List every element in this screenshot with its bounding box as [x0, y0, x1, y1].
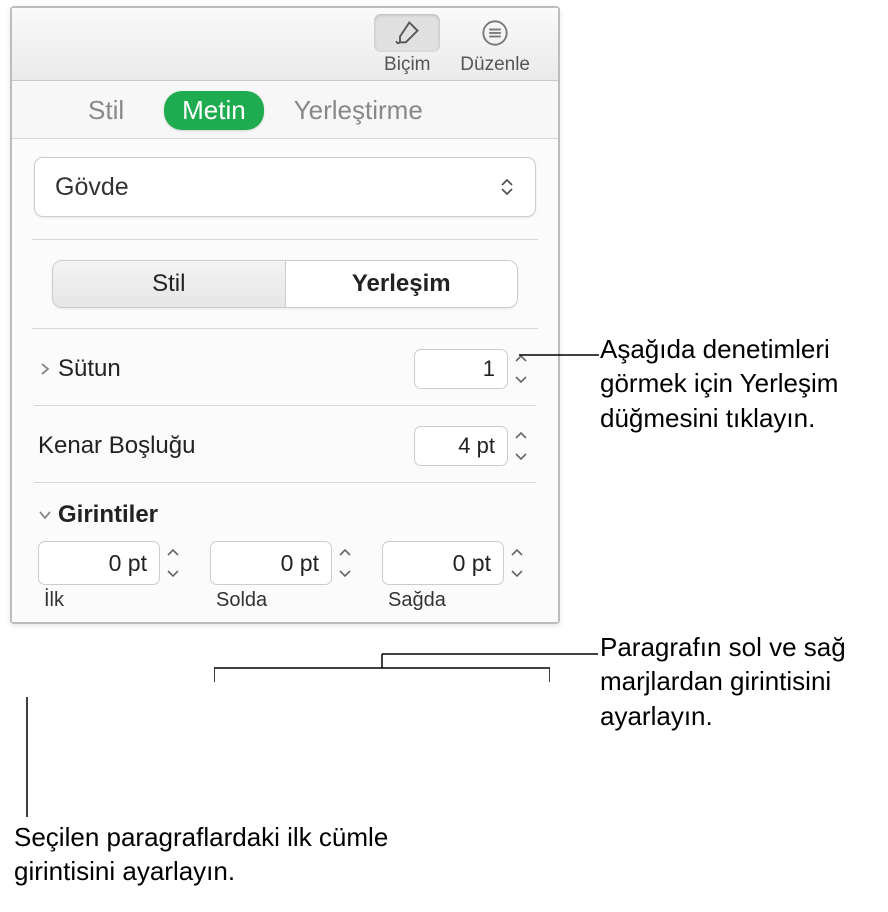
subtab-row: Stil Yerleşim [34, 240, 536, 308]
edit-button[interactable] [462, 14, 528, 52]
indent-right-input[interactable]: 0 pt [382, 541, 504, 585]
columns-step-down[interactable] [510, 369, 532, 389]
indent-right-field: 0 pt Sağda [382, 541, 528, 612]
margin-input[interactable]: 4 pt [414, 426, 508, 466]
indent-left-step-up[interactable] [334, 543, 356, 563]
tab-style[interactable]: Stil [40, 91, 152, 130]
format-button-label: Biçim [384, 54, 430, 76]
columns-input[interactable]: 1 [414, 349, 508, 389]
indent-first-step-up[interactable] [162, 543, 184, 563]
tab-text[interactable]: Metin [164, 91, 264, 130]
callout-lr-indent: Paragrafın sol ve sağ marjlardan girinti… [600, 630, 880, 733]
callout-layout-button: Aşağıda denetimleri görmek için Yerleşim… [600, 332, 880, 435]
paragraph-style-dropdown[interactable]: Gövde [34, 157, 536, 217]
paragraph-style-value: Gövde [55, 173, 129, 202]
indent-first-label: İlk [38, 589, 184, 612]
subtab-layout[interactable]: Yerleşim [286, 261, 518, 307]
indent-left-step-down[interactable] [334, 563, 356, 583]
format-button[interactable] [374, 14, 440, 52]
indent-right-label: Sağda [382, 589, 528, 612]
menu-circle-icon [481, 19, 509, 47]
indent-left-label: Solda [210, 589, 356, 612]
indents-header: Girintiler [58, 501, 158, 529]
margin-label: Kenar Boşluğu [38, 432, 195, 460]
paintbrush-icon [393, 19, 421, 47]
chevron-updown-icon [499, 179, 515, 195]
indent-first-input[interactable]: 0 pt [38, 541, 160, 585]
indent-left-input[interactable]: 0 pt [210, 541, 332, 585]
callout-first-indent: Seçilen paragraflardaki ilk cümle girint… [14, 820, 434, 889]
columns-label: Sütun [58, 355, 121, 383]
main-tab-bar: Stil Metin Yerleştirme [12, 81, 558, 139]
columns-step-up[interactable] [510, 349, 532, 369]
indents-header-row: Girintiler [34, 483, 536, 539]
edit-toolbar-item: Düzenle [460, 14, 530, 76]
margin-row: Kenar Boşluğu 4 pt [34, 406, 536, 483]
panel-body: Gövde Stil Yerleşim Sütun 1 [12, 139, 558, 622]
indent-first-field: 0 pt İlk [38, 541, 184, 612]
indents-row: 0 pt İlk 0 pt Solda [34, 539, 536, 616]
inspector-toolbar: Biçim Düzenle [12, 8, 558, 80]
chevron-down-icon[interactable] [38, 508, 52, 522]
tab-placement[interactable]: Yerleştirme [276, 91, 441, 130]
margin-step-down[interactable] [510, 446, 532, 466]
columns-row: Sütun 1 [34, 329, 536, 406]
subtab-segment: Stil Yerleşim [52, 260, 518, 308]
margin-step-up[interactable] [510, 426, 532, 446]
indent-right-step-down[interactable] [506, 563, 528, 583]
indent-right-step-up[interactable] [506, 543, 528, 563]
edit-button-label: Düzenle [460, 54, 530, 76]
indent-left-field: 0 pt Solda [210, 541, 356, 612]
chevron-right-icon[interactable] [38, 362, 52, 376]
indent-first-step-down[interactable] [162, 563, 184, 583]
margin-stepper: 4 pt [414, 426, 532, 466]
format-inspector-panel: Biçim Düzenle Stil Metin Yerleştirme Göv… [10, 6, 560, 624]
columns-stepper: 1 [414, 349, 532, 389]
subtab-style[interactable]: Stil [53, 261, 286, 307]
format-toolbar-item: Biçim [374, 14, 440, 76]
